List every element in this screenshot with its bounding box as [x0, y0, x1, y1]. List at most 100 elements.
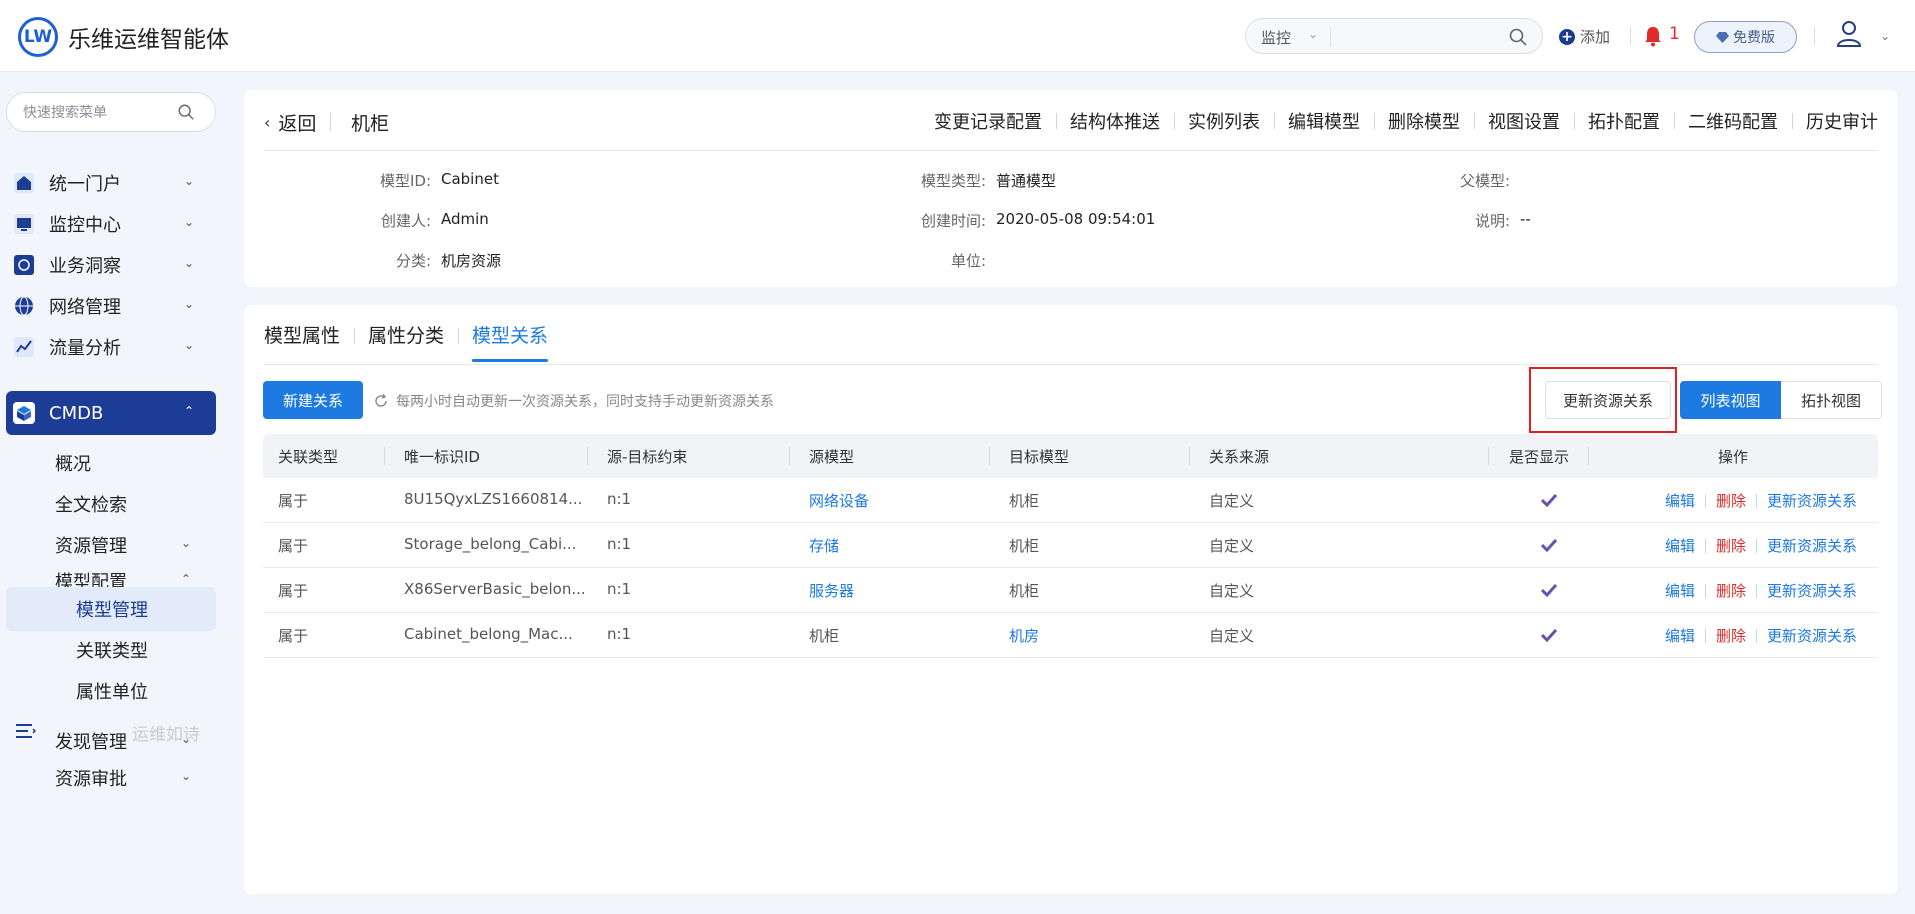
action-topology-config[interactable]: 拓扑配置 [1574, 108, 1674, 134]
free-edition-button[interactable]: 免费版 [1694, 21, 1797, 53]
search-icon[interactable] [1508, 27, 1528, 47]
delete-link[interactable]: 删除 [1716, 580, 1746, 601]
sidebar-item-network[interactable]: 网络管理 ⌄ [6, 284, 216, 328]
sidebar-item-cmdb[interactable]: CMDB ⌃ [6, 391, 216, 435]
table-row: 属于 Cabinet_belong_Mac... n:1 机柜 机房 自定义 编… [263, 613, 1878, 658]
search-scope-select[interactable]: 监控 [1261, 27, 1291, 48]
action-change-record-config[interactable]: 变更记录配置 [920, 108, 1056, 134]
action-struct-push[interactable]: 结构体推送 [1056, 108, 1174, 134]
update-relation-link[interactable]: 更新资源关系 [1767, 490, 1857, 511]
chevron-down-icon: ⌄ [183, 256, 194, 270]
new-relation-button[interactable]: 新建关系 [263, 381, 363, 419]
auto-update-text: 每两小时自动更新一次资源关系，同时支持手动更新资源关系 [396, 394, 774, 410]
list-view-button[interactable]: 列表视图 [1680, 381, 1781, 419]
action-instance-list[interactable]: 实例列表 [1174, 108, 1274, 134]
chart-icon [13, 336, 35, 358]
action-edit-model[interactable]: 编辑模型 [1274, 108, 1374, 134]
sidebar-item-monitor[interactable]: 监控中心 ⌄ [6, 202, 216, 246]
sidebar-item-traffic[interactable]: 流量分析 ⌄ [6, 325, 216, 369]
update-relation-link[interactable]: 更新资源关系 [1767, 580, 1857, 601]
field-created-time: 创建时间: 2020-05-08 09:54:01 [884, 210, 1155, 231]
menu-search-input[interactable] [23, 102, 173, 124]
delete-link[interactable]: 删除 [1716, 535, 1746, 556]
sidebar-item-model-mgmt[interactable]: 模型管理 [6, 587, 216, 631]
column-header[interactable]: 关系来源 [1209, 446, 1269, 467]
global-search[interactable]: 监控 ⌄ [1245, 18, 1543, 54]
field-label: 分类: [395, 252, 431, 270]
update-relation-link[interactable]: 更新资源关系 [1767, 535, 1857, 556]
sidebar-footer: 运维如诗 [16, 720, 216, 745]
tab-model-relations[interactable]: 模型关系 [458, 324, 562, 364]
chevron-down-icon[interactable]: ⌄ [1308, 27, 1318, 41]
edit-link[interactable]: 编辑 [1665, 580, 1695, 601]
column-header[interactable]: 关联类型 [278, 446, 338, 467]
column-divider [587, 447, 588, 465]
sidebar-item-resource-mgmt[interactable]: 资源管理 ⌄ [55, 532, 191, 558]
cell-source-model-link[interactable]: 服务器 [809, 580, 854, 601]
table-row: 属于 Storage_belong_Cabi... n:1 存储 机柜 自定义 … [263, 523, 1878, 568]
column-header[interactable]: 源-目标约束 [607, 446, 687, 467]
sidebar-item-resource-approval[interactable]: 资源审批 ⌄ [55, 765, 191, 791]
sidebar-item-relation-type[interactable]: 关联类型 [6, 628, 216, 672]
chevron-down-icon: ⌄ [183, 174, 194, 188]
cell-source-model-link[interactable]: 网络设备 [809, 490, 869, 511]
column-header[interactable]: 源模型 [809, 446, 854, 467]
table-header: 关联类型 唯一标识ID 源-目标约束 源模型 目标模型 关系来源 是否显示 操作 [263, 434, 1878, 478]
column-divider [1588, 447, 1589, 465]
field-label: 单位: [950, 252, 986, 270]
chevron-down-icon: ⌄ [183, 215, 194, 229]
tab-model-attributes[interactable]: 模型属性 [264, 324, 354, 364]
edit-link[interactable]: 编辑 [1665, 490, 1695, 511]
sidebar-item-insight[interactable]: 业务洞察 ⌄ [6, 243, 216, 287]
insight-icon [13, 254, 35, 276]
tab-attribute-groups[interactable]: 属性分类 [354, 324, 458, 364]
user-icon[interactable] [1836, 20, 1862, 48]
sidebar-item-attr-unit[interactable]: 属性单位 [6, 669, 216, 713]
action-qrcode-config[interactable]: 二维码配置 [1674, 108, 1792, 134]
sidebar-item-fulltext[interactable]: 全文检索 [55, 491, 127, 517]
search-icon[interactable] [177, 103, 195, 121]
title-divider [330, 113, 331, 131]
cell-uid: Cabinet_belong_Mac... [404, 625, 573, 643]
delete-link[interactable]: 删除 [1716, 490, 1746, 511]
back-button[interactable]: ‹ 返回 [264, 109, 316, 136]
sidebar-item-overview[interactable]: 概况 [55, 450, 91, 476]
cell-target-model-link[interactable]: 机房 [1009, 625, 1039, 646]
field-label: 创建时间: [920, 212, 986, 230]
column-header[interactable]: 目标模型 [1009, 446, 1069, 467]
topology-view-button[interactable]: 拓扑视图 [1781, 381, 1882, 419]
column-header[interactable]: 唯一标识ID [404, 446, 480, 467]
menu-search[interactable] [6, 92, 216, 132]
op-divider [1756, 583, 1758, 598]
chevron-down-icon[interactable]: ⌄ [1880, 29, 1890, 43]
op-divider [1705, 538, 1707, 553]
update-resource-relation-button[interactable]: 更新资源关系 [1545, 381, 1671, 419]
field-model-type: 模型类型: 普通模型 [884, 170, 1056, 191]
column-header[interactable]: 操作 [1718, 446, 1748, 467]
action-history-audit[interactable]: 历史审计 [1792, 108, 1878, 134]
app-logo[interactable]: LW [18, 17, 58, 57]
cell-relation-type: 属于 [278, 627, 309, 645]
cell-uid: X86ServerBasic_belon... [404, 580, 586, 598]
back-label: 返回 [278, 113, 317, 135]
action-view-settings[interactable]: 视图设置 [1474, 108, 1574, 134]
update-relation-link[interactable]: 更新资源关系 [1767, 625, 1857, 646]
notification-count[interactable]: 1 [1669, 24, 1680, 44]
edit-link[interactable]: 编辑 [1665, 535, 1695, 556]
column-header[interactable]: 是否显示 [1509, 446, 1569, 467]
cell-source-model-link[interactable]: 存储 [809, 535, 839, 556]
field-label: 模型ID: [379, 172, 431, 190]
sidebar-item-portal[interactable]: 统一门户 ⌄ [6, 161, 216, 205]
cell-origin: 自定义 [1209, 582, 1255, 600]
info-divider [264, 150, 1878, 151]
slogan-text: 运维如诗 [132, 725, 200, 745]
collapse-menu-icon[interactable] [16, 722, 36, 740]
action-delete-model[interactable]: 删除模型 [1374, 108, 1474, 134]
bell-icon[interactable] [1643, 25, 1663, 47]
add-button[interactable]: + 添加 [1559, 26, 1610, 47]
free-edition-label: 免费版 [1733, 30, 1775, 46]
sidebar-item-label: 资源审批 [55, 769, 127, 790]
edit-link[interactable]: 编辑 [1665, 625, 1695, 646]
field-category: 分类: 机房资源 [344, 250, 501, 271]
delete-link[interactable]: 删除 [1716, 625, 1746, 646]
